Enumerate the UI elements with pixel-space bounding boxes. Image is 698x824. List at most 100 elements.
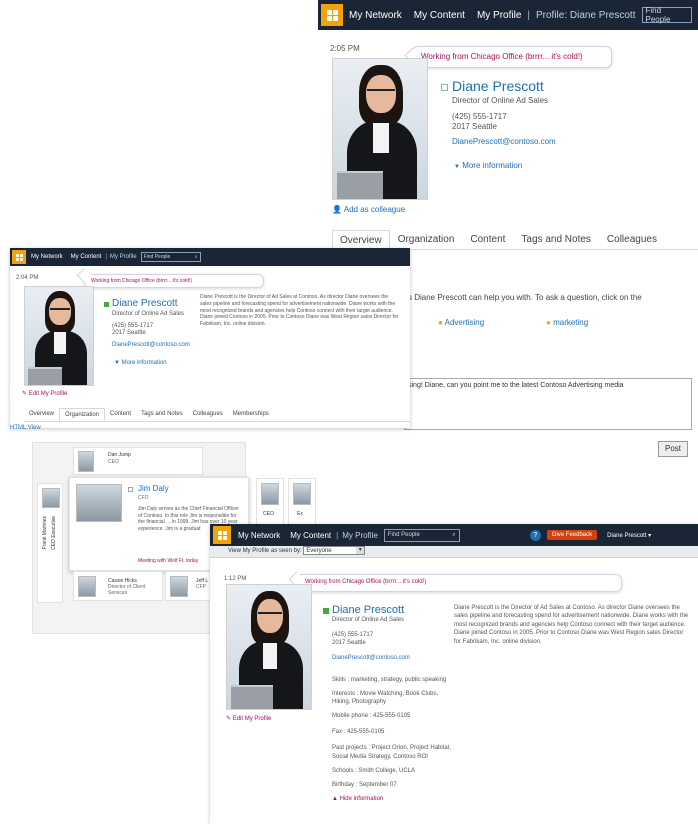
view-as-bar: View My Profile as seen by: Everyone ▼ [210,546,698,558]
help-icon[interactable]: ? [529,529,541,541]
tab-organization[interactable]: Organization [390,230,463,249]
org-card-report-2[interactable]: Jeff L CFP [165,571,211,601]
status-time: 2:04 PM [16,275,39,281]
nav-my-content[interactable]: My Content [71,254,102,260]
avatar [261,483,279,505]
manager-name: Dan Jump [108,452,131,458]
nav-my-network[interactable]: My Network [31,254,63,260]
status-message: Working from Chicago Office (brrrr... it… [421,52,583,61]
profile-title: Director of Online Ad Sales [452,96,549,105]
add-colleague-icon: 👤 [332,205,342,214]
view-as-select[interactable]: Everyone ▼ [303,546,366,555]
tag-marketing[interactable]: ● marketing [546,318,588,327]
more-information-toggle[interactable]: ▼ More information [114,359,167,367]
avatar [170,576,188,597]
profile-email-link[interactable]: DianePrescott@contoso.com [452,137,556,146]
tab-memberships[interactable]: Memberships [228,408,274,421]
search-icon: ⌕ [194,254,198,260]
tag-marketing-label: marketing [553,318,589,327]
nav-my-profile[interactable]: My Profile [477,10,521,21]
more-information-toggle[interactable]: ▼ More information [454,161,522,170]
profile-email-link[interactable]: DianePrescott@contoso.com [112,341,190,349]
find-people-input[interactable]: Find People ⌕ [140,252,201,262]
profile-photo [226,584,312,710]
find-people-input[interactable]: Find People [641,6,692,24]
status-message-bubble[interactable]: Working from Chicago Office (brrrr... it… [412,46,612,68]
edit-my-profile-label: Edit My Profile [28,391,68,397]
nav-my-profile[interactable]: My Profile [342,531,378,540]
selected-person-role: CFO [138,495,149,501]
profile-bio: Diane Prescott is the Director of Ad Sal… [200,294,399,327]
html-view-link[interactable]: HTML View [10,424,41,432]
profile-window-edit-overview: My Network My Content | My Profile Find … [10,248,410,428]
tab-organization[interactable]: Organization [59,408,106,421]
bullet-icon: ● [546,318,551,327]
profile-skills: Skills : marketing, strategy, public spe… [332,677,447,683]
more-information-label: More information [121,360,167,366]
sharepoint-logo-icon[interactable] [12,250,26,264]
avatar [293,483,311,505]
profile-interests: Interests : Movie Watching, Book Clubs, … [332,691,439,706]
sharepoint-logo-icon[interactable] [321,4,343,26]
tab-content[interactable]: Content [462,230,513,249]
find-people-placeholder: Find People [645,6,671,24]
tag-advertising[interactable]: ● Advertising [438,318,484,327]
profile-email-link[interactable]: DianePrescott@contoso.com [332,655,410,661]
selected-person-name: Jim Daly [138,484,169,493]
hide-information-toggle[interactable]: ▲ Hide information [332,795,452,803]
nav-my-network[interactable]: My Network [238,531,280,540]
tab-colleagues[interactable]: Colleagues [599,230,665,249]
add-colleague-link[interactable]: 👤 Add as colleague [332,205,405,214]
top-nav-bar: My Network My Content My Profile | Profi… [318,0,698,30]
tab-tags-and-notes[interactable]: Tags and Notes [513,230,599,249]
avatar [78,576,96,597]
avatar [78,451,94,472]
chevron-down-icon: ▼ [114,360,120,366]
find-people-input[interactable]: Find People ⌕ [383,528,460,542]
nav-profile-breadcrumb[interactable]: Profile: Diane Prescott [536,10,636,21]
profile-name: Diane Prescott [332,604,405,616]
nav-my-content[interactable]: My Content [414,10,465,21]
nav-separator: | [336,530,339,540]
add-colleague-label: Add as colleague [343,205,406,214]
edit-profile-icon: ✎ [226,716,232,722]
tab-content[interactable]: Content [105,408,136,421]
note-board-textarea[interactable]: sing! Diane, can you point me to the lat… [404,378,692,430]
peer-left-role: CEO Executive [51,516,57,550]
profile-phone: (425) 555-1717 [332,632,374,638]
status-message-bubble[interactable]: Working from Chicago Office (brrrr... it… [84,274,264,288]
bullet-icon: ● [438,318,443,327]
user-menu[interactable]: Diane Prescott ▾ [607,532,651,539]
nav-separator: | [527,9,530,21]
tab-overview[interactable]: Overview [24,408,59,421]
nav-my-network[interactable]: My Network [349,10,402,21]
peer-right-label: CEO [263,511,274,517]
status-message-bubble[interactable]: Working from Chicago Office (brrrr... it… [296,574,622,592]
ask-me-about-text: s Diane Prescott can help you with. To a… [408,293,642,302]
avatar [76,484,122,522]
nav-my-profile[interactable]: My Profile [110,254,137,260]
note-board-text: sing! Diane, can you point me to the lat… [408,382,624,389]
report-2-role: CFP [196,584,206,590]
org-card-manager[interactable]: Dan Jump CEO [73,447,203,475]
edit-my-profile-link[interactable]: ✎ Edit My Profile [226,715,271,722]
search-icon: ⌕ [452,531,456,538]
presence-online-icon [104,302,109,307]
tab-tags-and-notes[interactable]: Tags and Notes [136,408,188,421]
peer-left-name: Frank Martinez [42,516,48,550]
post-button[interactable]: Post [658,441,688,457]
edit-my-profile-link[interactable]: ✎ Edit My Profile [22,390,67,398]
chevron-down-icon: ▼ [454,164,460,170]
give-feedback-button[interactable]: Give Feedback [546,530,598,540]
sharepoint-logo-icon[interactable] [213,526,231,544]
tab-overview[interactable]: Overview [332,230,390,249]
hide-information-label: Hide information [339,795,384,802]
profile-name: Diane Prescott [112,298,178,309]
org-card-peer-right-2[interactable]: Ex [288,478,316,528]
find-people-placeholder: Find People [143,254,171,260]
nav-my-content[interactable]: My Content [290,531,331,540]
tab-colleagues[interactable]: Colleagues [188,408,228,421]
org-card-report-1[interactable]: Cassie Hicks Director of Client Services [73,571,163,601]
tag-advertising-label: Advertising [444,318,485,327]
org-card-peer-left[interactable]: Frank Martinez CEO Executive [37,483,63,603]
